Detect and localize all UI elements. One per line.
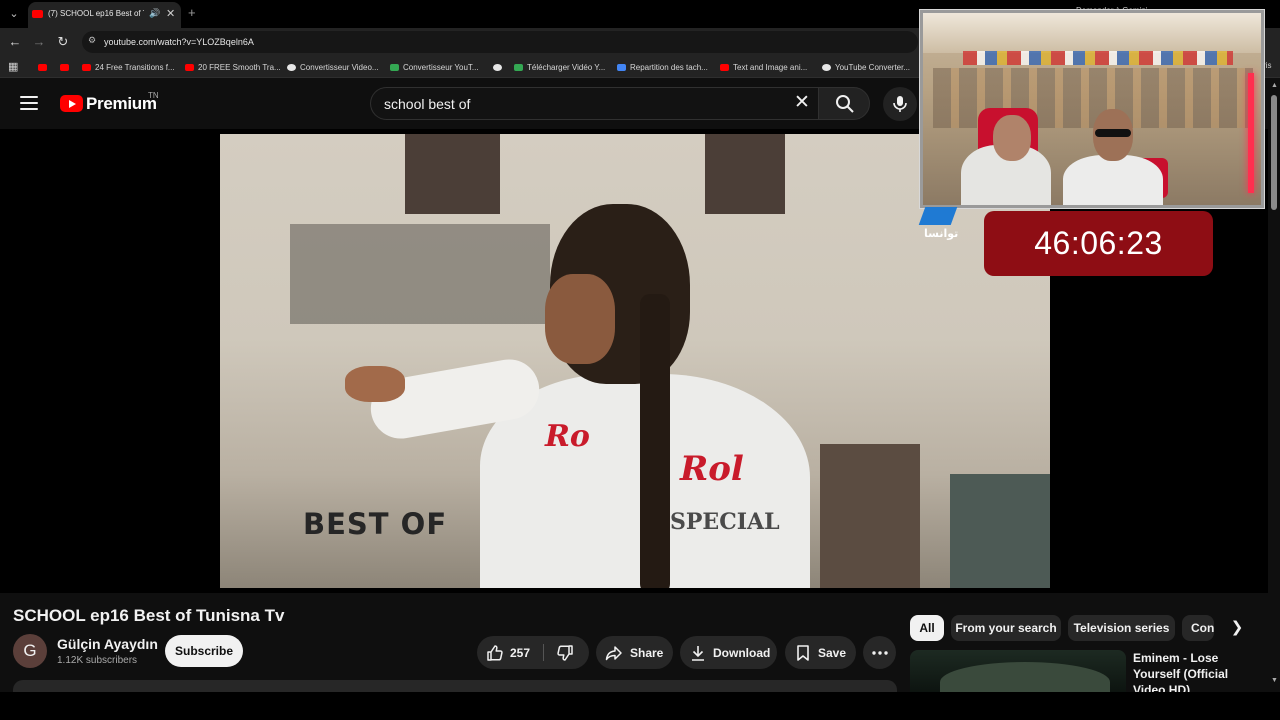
- bookmark-item[interactable]: [60, 61, 73, 73]
- microphone-icon: [893, 96, 907, 112]
- url-text[interactable]: youtube.com/watch?v=YLOZBqeln6A: [104, 37, 254, 47]
- bookmark-item[interactable]: Text and Image ani...: [720, 61, 807, 73]
- youtube-icon: [720, 63, 729, 71]
- timer-value: 46:06:23: [1034, 225, 1163, 261]
- bookmark-item[interactable]: [493, 61, 506, 73]
- bookmark-item[interactable]: YouTube Converter...: [822, 61, 910, 73]
- shirt-print: Rol: [680, 449, 744, 489]
- share-button[interactable]: Share: [596, 636, 673, 669]
- download-icon: [692, 646, 704, 661]
- shirt-print: Ro: [545, 419, 590, 454]
- like-divider: [543, 644, 544, 661]
- subscriber-count: 1.12K subscribers: [57, 655, 138, 666]
- browser-tab-active[interactable]: (7) SCHOOL ep16 Best of Tu 🔊 ✕: [28, 2, 181, 28]
- docs-icon: [617, 63, 626, 71]
- like-dislike-group: 257: [477, 636, 589, 669]
- youtube-icon: [82, 63, 91, 71]
- search-input[interactable]: school best of ✕: [370, 87, 818, 120]
- channel-watermark-icon: توانسا: [918, 205, 959, 240]
- menu-icon[interactable]: [20, 96, 38, 110]
- chip-from-your-search[interactable]: From your search: [951, 615, 1061, 641]
- converter-icon: [390, 63, 399, 71]
- bookmark-icon: [797, 645, 809, 661]
- clear-search-icon[interactable]: ✕: [794, 93, 810, 113]
- download-icon: [514, 63, 523, 71]
- scroll-up-arrow-icon[interactable]: ▲: [1271, 82, 1278, 89]
- channel-name[interactable]: Gülçin Ayaydın: [57, 636, 158, 652]
- search-button[interactable]: [818, 87, 870, 120]
- save-label: Save: [818, 646, 847, 660]
- shirt-print: SPECIAL: [670, 509, 780, 535]
- bookmark-item[interactable]: Repartition des tach...: [617, 61, 708, 73]
- chip-more[interactable]: Con: [1182, 615, 1214, 641]
- page-scrollbar[interactable]: ▲ ▼: [1268, 79, 1280, 691]
- stream-timer: 46:06:23: [984, 211, 1213, 276]
- forward-arrow-icon[interactable]: →: [30, 33, 48, 51]
- video-scene: [405, 134, 500, 214]
- youtube-icon: [60, 63, 69, 71]
- tab-title: (7) SCHOOL ep16 Best of Tu: [48, 9, 144, 18]
- youtube-logo-icon[interactable]: [60, 95, 83, 112]
- video-burned-caption: BEST OF: [303, 507, 448, 541]
- channel-avatar[interactable]: G: [13, 634, 47, 668]
- like-count[interactable]: 257: [510, 646, 530, 660]
- video-scene: [640, 294, 670, 588]
- back-arrow-icon[interactable]: ←: [6, 33, 24, 51]
- scrollbar-thumb[interactable]: [1271, 95, 1277, 210]
- recommendation-title[interactable]: Eminem - Lose Yourself (Official Video H…: [1133, 650, 1263, 692]
- address-bar[interactable]: ⚙ youtube.com/watch?v=YLOZBqeln6A: [82, 31, 918, 53]
- video-scene: [820, 444, 920, 588]
- reload-icon[interactable]: ↻: [54, 33, 72, 51]
- speaker-icon[interactable]: 🔊: [149, 8, 160, 19]
- site-info-icon[interactable]: ⚙: [88, 35, 96, 46]
- subscribe-button[interactable]: Subscribe: [165, 635, 243, 667]
- bookmark-item[interactable]: 24 Free Transitions f...: [82, 61, 175, 73]
- share-label: Share: [630, 646, 664, 660]
- globe-icon: [493, 63, 502, 71]
- description-box[interactable]: [13, 680, 897, 692]
- bookmark-item[interactable]: Télécharger Vidéo Y...: [514, 61, 605, 73]
- thumbs-down-icon[interactable]: [556, 644, 574, 662]
- more-horizontal-icon: [872, 651, 888, 655]
- country-code: TN: [148, 91, 159, 100]
- search-icon: [836, 95, 854, 113]
- voice-search-button[interactable]: [883, 87, 917, 121]
- tab-search-icon[interactable]: ⌄: [6, 6, 22, 22]
- share-icon: [605, 646, 622, 661]
- globe-icon: [287, 63, 296, 71]
- video-title: SCHOOL ep16 Best of Tunisna Tv: [13, 606, 285, 625]
- new-tab-button[interactable]: +: [188, 5, 196, 20]
- thumbs-up-icon[interactable]: [486, 644, 504, 662]
- download-button[interactable]: Download: [680, 636, 777, 669]
- youtube-icon: [38, 63, 47, 71]
- search-query[interactable]: school best of: [384, 96, 470, 112]
- video-scene: [545, 274, 615, 364]
- bookmark-item[interactable]: Convertisseur YouT...: [390, 61, 479, 73]
- bookmark-item[interactable]: Convertisseur Video...: [287, 61, 379, 73]
- download-label: Download: [713, 646, 771, 660]
- apps-grid-icon[interactable]: ▦: [8, 60, 18, 73]
- video-scene: [705, 134, 785, 214]
- video-scene: [950, 474, 1050, 588]
- video-scene: [290, 224, 550, 324]
- bookmarks-overflow[interactable]: ris: [1263, 61, 1271, 70]
- bottom-bar: [0, 692, 1280, 720]
- channel-watermark: توانسا: [924, 228, 959, 240]
- chip-all[interactable]: All: [910, 615, 944, 641]
- youtube-favicon-icon: [32, 10, 43, 18]
- more-actions-button[interactable]: [863, 636, 896, 669]
- bookmark-item[interactable]: [38, 61, 51, 73]
- chevron-right-icon[interactable]: ❯: [1226, 616, 1248, 640]
- bookmark-item[interactable]: 20 FREE Smooth Tra...: [185, 61, 281, 73]
- recommendation-thumbnail[interactable]: [910, 650, 1126, 692]
- youtube-icon: [185, 63, 194, 71]
- globe-icon: [822, 63, 831, 71]
- tab-close-icon[interactable]: ✕: [166, 7, 175, 20]
- video-scene: [345, 366, 405, 402]
- premium-wordmark[interactable]: Premium: [86, 94, 157, 114]
- scroll-down-arrow-icon[interactable]: ▼: [1271, 677, 1278, 684]
- save-button[interactable]: Save: [785, 636, 856, 669]
- chip-television-series[interactable]: Television series: [1068, 615, 1175, 641]
- facecam-overlay: [919, 9, 1265, 209]
